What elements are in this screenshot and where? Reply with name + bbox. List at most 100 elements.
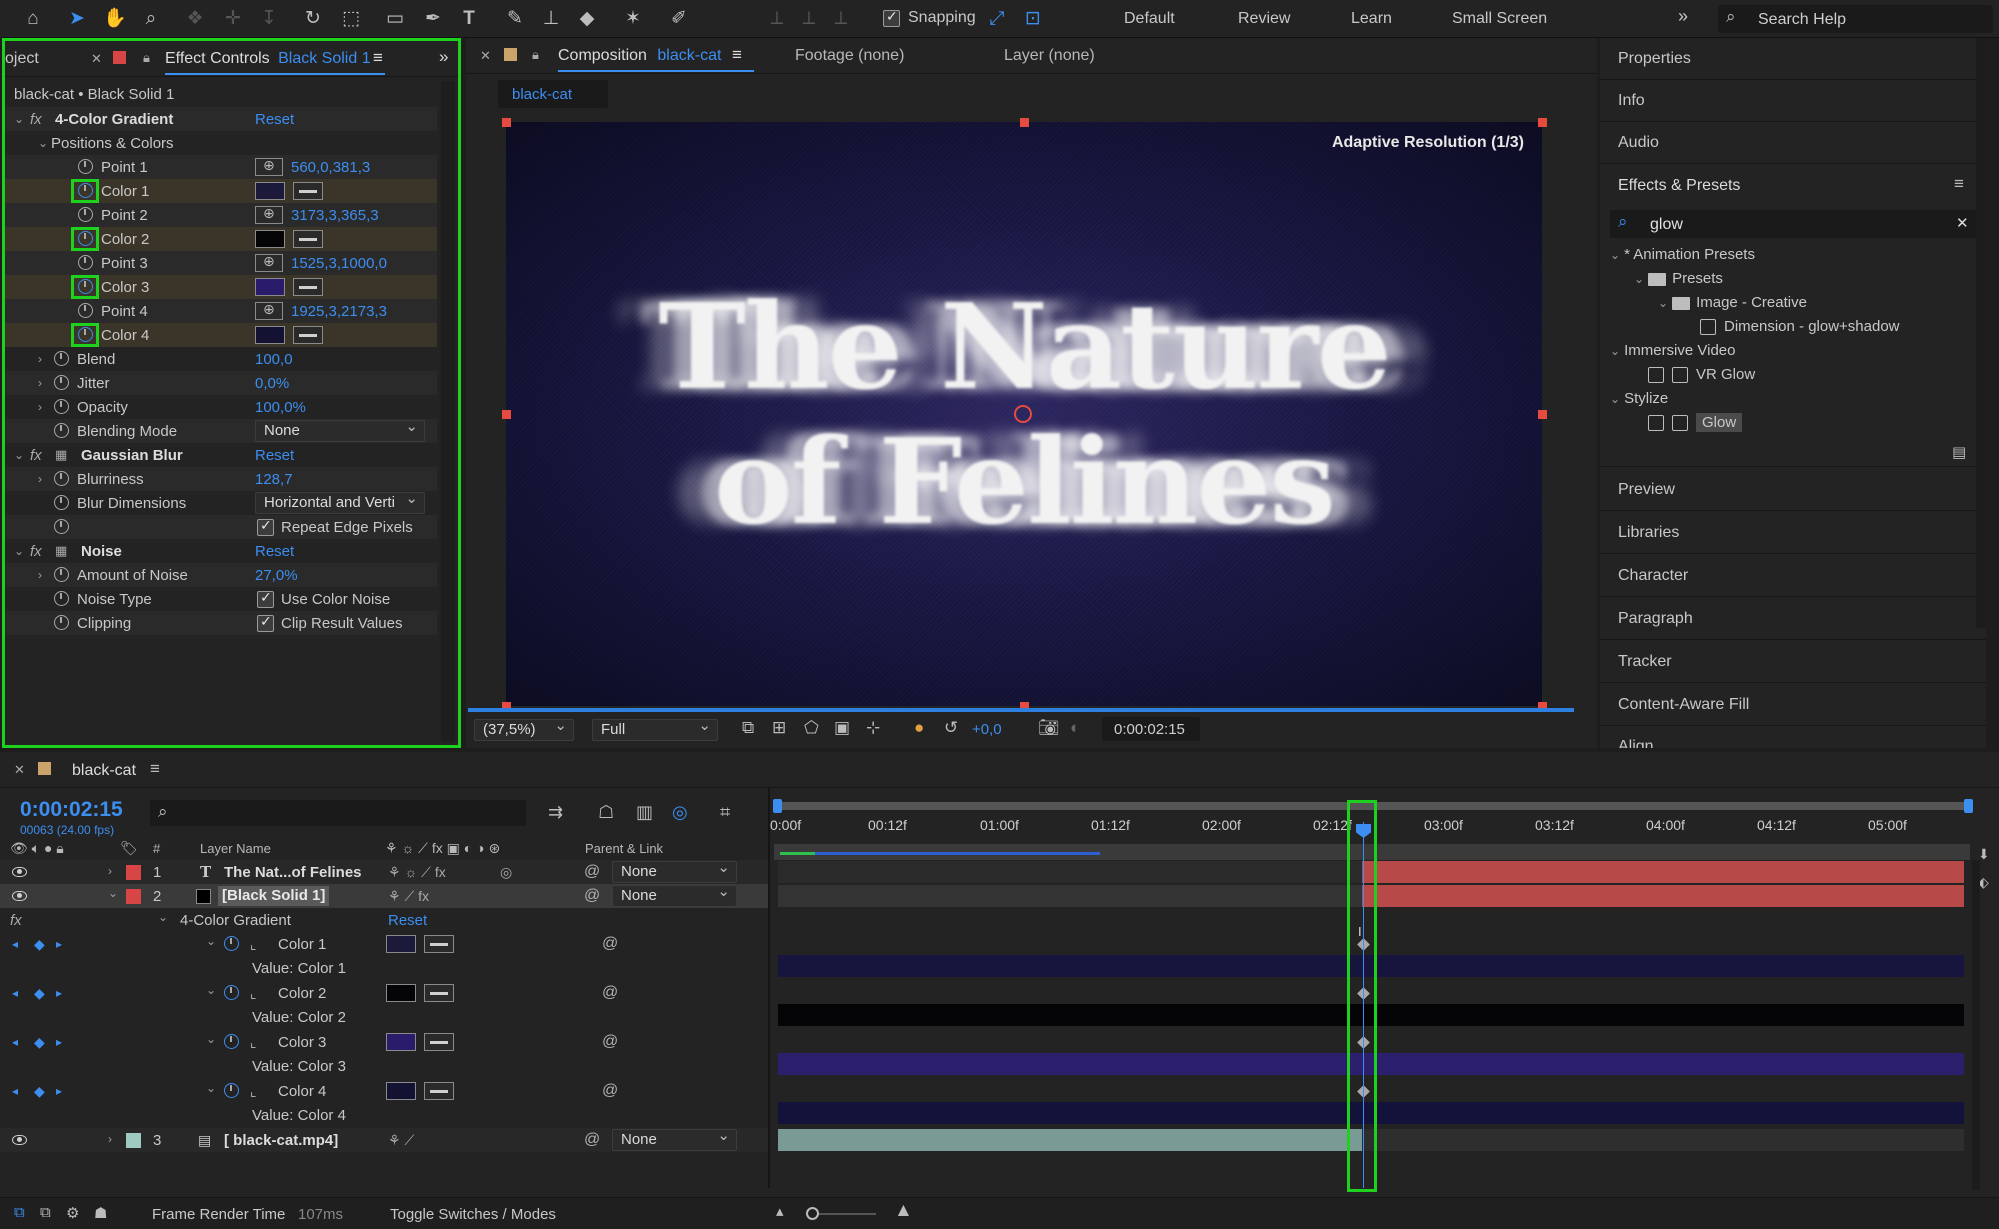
- prop-value[interactable]: 0,0%: [255, 375, 289, 392]
- layer-label-color[interactable]: [126, 1133, 141, 1148]
- graph-icon[interactable]: ⌞: [250, 1083, 257, 1100]
- stopwatch-icon[interactable]: [78, 255, 93, 270]
- color-swatch[interactable]: [386, 984, 416, 1002]
- stopwatch-icon[interactable]: [54, 423, 69, 438]
- collapse-chevron-icon[interactable]: ⌄: [1634, 272, 1644, 286]
- panel-menu-icon[interactable]: ≡: [1954, 174, 1964, 194]
- libraries-panel-tab[interactable]: Libraries: [1618, 524, 1679, 542]
- workspace-review[interactable]: Review: [1238, 10, 1290, 28]
- hand-icon[interactable]: ✋: [102, 6, 128, 32]
- expression-pick-whip-icon[interactable]: @: [602, 1082, 618, 1100]
- motion-blur-icon[interactable]: ◎: [672, 802, 688, 823]
- zoom-slider-thumb[interactable]: [806, 1207, 819, 1220]
- parent-dropdown[interactable]: None: [612, 885, 737, 907]
- selection-arrow-icon[interactable]: ➤: [64, 6, 90, 32]
- show-snapshot-icon[interactable]: ◐: [1070, 718, 1080, 738]
- color-swatch[interactable]: [255, 278, 285, 296]
- graph-icon[interactable]: ⌞: [250, 985, 257, 1002]
- resolution-dropdown[interactable]: Full: [592, 719, 718, 741]
- stopwatch-icon[interactable]: [54, 591, 69, 606]
- fast-previews-icon[interactable]: ⧉: [742, 718, 754, 738]
- timeline-comp-tab[interactable]: black-cat: [72, 762, 136, 780]
- puppet-pin-icon[interactable]: ✐: [666, 6, 692, 32]
- reset-exposure-icon[interactable]: ↺: [944, 718, 958, 738]
- expand-chevron-icon[interactable]: ›: [38, 376, 42, 390]
- home-icon[interactable]: ⌂: [20, 6, 46, 32]
- exposure-value[interactable]: +0,0: [972, 721, 1002, 738]
- audio-panel-tab[interactable]: Audio: [1618, 134, 1659, 152]
- stopwatch-icon[interactable]: [224, 985, 239, 1000]
- point-control-icon[interactable]: [255, 205, 283, 224]
- close-tab-icon[interactable]: ✕: [480, 48, 491, 64]
- prop-value[interactable]: 560,0,381,3: [291, 159, 370, 176]
- expression-pick-whip-icon[interactable]: @: [602, 935, 618, 953]
- color-swatch[interactable]: [255, 326, 285, 344]
- snapping-toggle[interactable]: Snapping: [883, 8, 976, 27]
- expand-chevron-icon[interactable]: ›: [38, 400, 42, 414]
- layer-row-1[interactable]: › 1 T The Nat...of Felines ⚘ ☼ ⟋ fx ◎ @ …: [0, 860, 768, 884]
- stopwatch-icon[interactable]: [54, 567, 69, 582]
- toggle-transfer-controls-icon[interactable]: ⧉: [40, 1204, 51, 1221]
- col-parent[interactable]: Parent & Link: [585, 841, 663, 856]
- graph-icon[interactable]: ⌞: [250, 936, 257, 953]
- blending-mode-dropdown[interactable]: None: [255, 420, 425, 442]
- eyedropper-icon[interactable]: [424, 1082, 454, 1100]
- add-keyframe-icon[interactable]: ◆: [34, 936, 45, 953]
- layer-name[interactable]: The Nat...of Felines: [224, 864, 362, 881]
- prop-value[interactable]: 128,7: [255, 471, 293, 488]
- more-workspaces-icon[interactable]: »: [1678, 6, 1688, 27]
- transform-handle[interactable]: [1538, 410, 1547, 419]
- grid-guides-icon[interactable]: ⊹: [866, 718, 880, 738]
- eyedropper-icon[interactable]: [424, 935, 454, 953]
- add-keyframe-icon[interactable]: ◆: [34, 1083, 45, 1100]
- preview-panel-tab[interactable]: Preview: [1618, 481, 1675, 499]
- panel-menu-icon[interactable]: ≡: [150, 759, 160, 779]
- zoom-in-icon[interactable]: ▲: [894, 1200, 913, 1222]
- point-control-icon[interactable]: [255, 253, 283, 272]
- comp-flowchart-icon[interactable]: ⇉: [548, 802, 563, 823]
- visibility-eye-icon[interactable]: [12, 1135, 27, 1145]
- expand-panels-icon[interactable]: »: [439, 47, 448, 67]
- add-keyframe-icon[interactable]: ◆: [34, 1034, 45, 1051]
- stopwatch-icon[interactable]: [78, 327, 93, 342]
- fx-icon[interactable]: fx: [30, 543, 42, 560]
- toggle-in-out-icon[interactable]: ⚙: [66, 1204, 79, 1222]
- timeline-scrollbar[interactable]: [1972, 860, 1980, 1190]
- align-panel-tab[interactable]: Align: [1618, 738, 1654, 748]
- color-swatch[interactable]: [386, 935, 416, 953]
- reset-button[interactable]: Reset: [255, 543, 294, 560]
- layer-name[interactable]: [ black-cat.mp4]: [224, 1132, 338, 1149]
- info-panel-tab[interactable]: Info: [1618, 92, 1645, 110]
- expression-pick-whip-icon[interactable]: @: [602, 984, 618, 1002]
- tree-stylize[interactable]: ⌄ Stylize: [1610, 390, 1668, 407]
- collapse-chevron-icon[interactable]: ⌄: [158, 910, 168, 924]
- layer-row-2[interactable]: ⌄ 2 [Black Solid 1] ⚘ ⟋ fx @ None: [0, 884, 768, 908]
- stopwatch-icon[interactable]: [54, 399, 69, 414]
- prop-value[interactable]: 100,0: [255, 351, 293, 368]
- stopwatch-icon[interactable]: [78, 183, 93, 198]
- tree-presets-folder[interactable]: ⌄ Presets: [1634, 270, 1723, 287]
- visibility-eye-icon[interactable]: [12, 891, 27, 901]
- snap-grid-icon[interactable]: ⊡: [1020, 6, 1046, 32]
- expand-chevron-icon[interactable]: ›: [38, 352, 42, 366]
- stopwatch-icon[interactable]: [78, 279, 93, 294]
- collapse-chevron-icon[interactable]: ⌄: [1610, 344, 1620, 358]
- effect-gaussian-blur-header[interactable]: ⌄ fx ▦ Gaussian Blur Reset: [5, 443, 437, 467]
- stopwatch-icon[interactable]: [78, 303, 93, 318]
- effect-row-4color-gradient[interactable]: fx ⌄ 4-Color Gradient Reset: [0, 908, 768, 932]
- tree-animation-presets[interactable]: ⌄ * Animation Presets: [1610, 246, 1755, 263]
- eyedropper-icon[interactable]: [424, 984, 454, 1002]
- collapse-chevron-icon[interactable]: ⌄: [206, 983, 216, 997]
- layer-switches[interactable]: ⚘ ⟋ fx: [388, 888, 429, 905]
- region-of-interest-icon[interactable]: ▣: [834, 718, 850, 738]
- collapse-chevron-icon[interactable]: ⌄: [1610, 392, 1620, 406]
- axis-local-icon[interactable]: ⟂: [764, 6, 790, 32]
- fx-icon[interactable]: fx: [10, 912, 22, 929]
- color-swatch[interactable]: [386, 1082, 416, 1100]
- brush-icon[interactable]: ✎: [502, 6, 528, 32]
- repeat-edge-checkbox[interactable]: [257, 517, 274, 536]
- effects-presets-title[interactable]: Effects & Presets: [1618, 177, 1740, 195]
- stopwatch-icon[interactable]: [54, 495, 69, 510]
- composition-tab[interactable]: Composition black-cat: [558, 47, 721, 65]
- anchor-point-icon[interactable]: [1014, 405, 1032, 423]
